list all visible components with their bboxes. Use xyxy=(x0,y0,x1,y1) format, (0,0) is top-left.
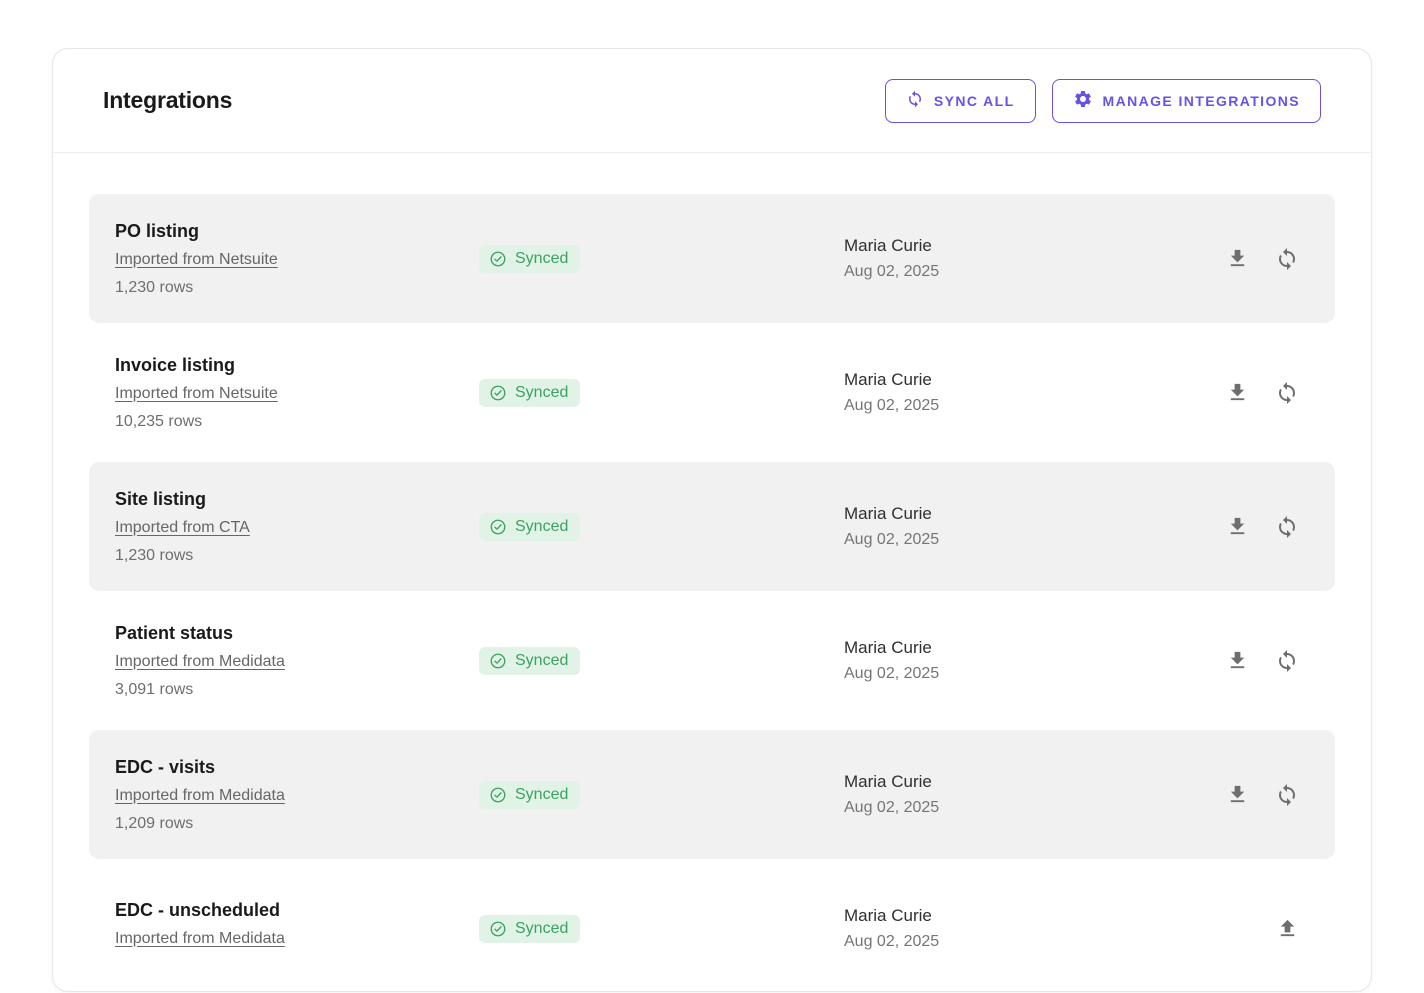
source-link[interactable]: Imported from Medidata xyxy=(115,653,285,671)
status-badge: Synced xyxy=(479,379,580,407)
user-name: Maria Curie xyxy=(844,236,1226,256)
sync-button[interactable] xyxy=(1275,247,1299,271)
status-badge: Synced xyxy=(479,245,580,273)
integration-row-site-listing: Site listing Imported from CTA 1,230 row… xyxy=(89,462,1335,591)
source-link[interactable]: Imported from Medidata xyxy=(115,787,285,805)
integrations-card: Integrations SYNC ALL MANAGE INTEGRATION… xyxy=(52,48,1372,992)
row-count: 3,091 rows xyxy=(115,681,479,699)
user-name: Maria Curie xyxy=(844,906,1276,926)
download-button[interactable] xyxy=(1226,381,1249,404)
user-name: Maria Curie xyxy=(844,638,1226,658)
sync-button[interactable] xyxy=(1275,515,1299,539)
integration-row-patient-status: Patient status Imported from Medidata 3,… xyxy=(89,596,1335,725)
download-button[interactable] xyxy=(1226,783,1249,806)
source-link[interactable]: Imported from CTA xyxy=(115,519,250,537)
sync-all-label: SYNC ALL xyxy=(934,93,1015,109)
sync-icon xyxy=(1275,649,1299,673)
user-name: Maria Curie xyxy=(844,370,1226,390)
integration-list: PO listing Imported from Netsuite 1,230 … xyxy=(53,153,1371,993)
integration-title: Patient status xyxy=(115,623,479,644)
check-circle-icon xyxy=(489,518,507,536)
download-button[interactable] xyxy=(1226,247,1249,270)
integration-title: Site listing xyxy=(115,489,479,510)
status-badge: Synced xyxy=(479,513,580,541)
header-buttons: SYNC ALL MANAGE INTEGRATIONS xyxy=(885,79,1321,123)
status-badge: Synced xyxy=(479,647,580,675)
integration-title: Invoice listing xyxy=(115,355,479,376)
download-button[interactable] xyxy=(1226,649,1249,672)
user-name: Maria Curie xyxy=(844,504,1226,524)
page-title: Integrations xyxy=(103,87,232,114)
download-icon xyxy=(1226,649,1249,672)
user-name: Maria Curie xyxy=(844,772,1226,792)
sync-date: Aug 02, 2025 xyxy=(844,531,1226,549)
sync-date: Aug 02, 2025 xyxy=(844,933,1276,951)
integration-title: EDC - unscheduled xyxy=(115,900,479,921)
integration-row-po-listing: PO listing Imported from Netsuite 1,230 … xyxy=(89,194,1335,323)
manage-integrations-label: MANAGE INTEGRATIONS xyxy=(1103,93,1300,109)
check-circle-icon xyxy=(489,786,507,804)
card-header: Integrations SYNC ALL MANAGE INTEGRATION… xyxy=(53,49,1371,153)
check-circle-icon xyxy=(489,250,507,268)
source-link[interactable]: Imported from Medidata xyxy=(115,930,285,948)
integration-row-invoice-listing: Invoice listing Imported from Netsuite 1… xyxy=(89,328,1335,457)
sync-date: Aug 02, 2025 xyxy=(844,263,1226,281)
integration-row-edc-unscheduled: EDC - unscheduled Imported from Medidata… xyxy=(89,864,1335,993)
status-label: Synced xyxy=(515,384,568,402)
source-link[interactable]: Imported from Netsuite xyxy=(115,251,278,269)
gear-icon xyxy=(1073,89,1093,112)
sync-date: Aug 02, 2025 xyxy=(844,397,1226,415)
status-label: Synced xyxy=(515,250,568,268)
download-button[interactable] xyxy=(1226,515,1249,538)
download-icon xyxy=(1226,381,1249,404)
check-circle-icon xyxy=(489,384,507,402)
sync-all-button[interactable]: SYNC ALL xyxy=(885,79,1036,123)
download-icon xyxy=(1226,515,1249,538)
sync-date: Aug 02, 2025 xyxy=(844,799,1226,817)
download-icon xyxy=(1226,247,1249,270)
source-link[interactable]: Imported from Netsuite xyxy=(115,385,278,403)
row-count: 1,209 rows xyxy=(115,815,479,833)
row-count: 1,230 rows xyxy=(115,547,479,565)
integration-row-edc-visits: EDC - visits Imported from Medidata 1,20… xyxy=(89,730,1335,859)
status-label: Synced xyxy=(515,786,568,804)
status-badge: Synced xyxy=(479,781,580,809)
sync-button[interactable] xyxy=(1275,783,1299,807)
check-circle-icon xyxy=(489,652,507,670)
download-icon xyxy=(1226,783,1249,806)
sync-button[interactable] xyxy=(1275,381,1299,405)
row-count: 1,230 rows xyxy=(115,279,479,297)
sync-icon xyxy=(1275,247,1299,271)
sync-date: Aug 02, 2025 xyxy=(844,665,1226,683)
status-label: Synced xyxy=(515,518,568,536)
status-label: Synced xyxy=(515,920,568,938)
sync-icon xyxy=(1275,381,1299,405)
check-circle-icon xyxy=(489,920,507,938)
upload-icon xyxy=(1276,917,1299,940)
status-label: Synced xyxy=(515,652,568,670)
sync-button[interactable] xyxy=(1275,649,1299,673)
upload-button[interactable] xyxy=(1276,917,1299,940)
integration-title: PO listing xyxy=(115,221,479,242)
row-count: 10,235 rows xyxy=(115,413,479,431)
integration-title: EDC - visits xyxy=(115,757,479,778)
manage-integrations-button[interactable]: MANAGE INTEGRATIONS xyxy=(1052,79,1321,123)
sync-icon xyxy=(906,90,924,111)
status-badge: Synced xyxy=(479,915,580,943)
sync-icon xyxy=(1275,515,1299,539)
sync-icon xyxy=(1275,783,1299,807)
